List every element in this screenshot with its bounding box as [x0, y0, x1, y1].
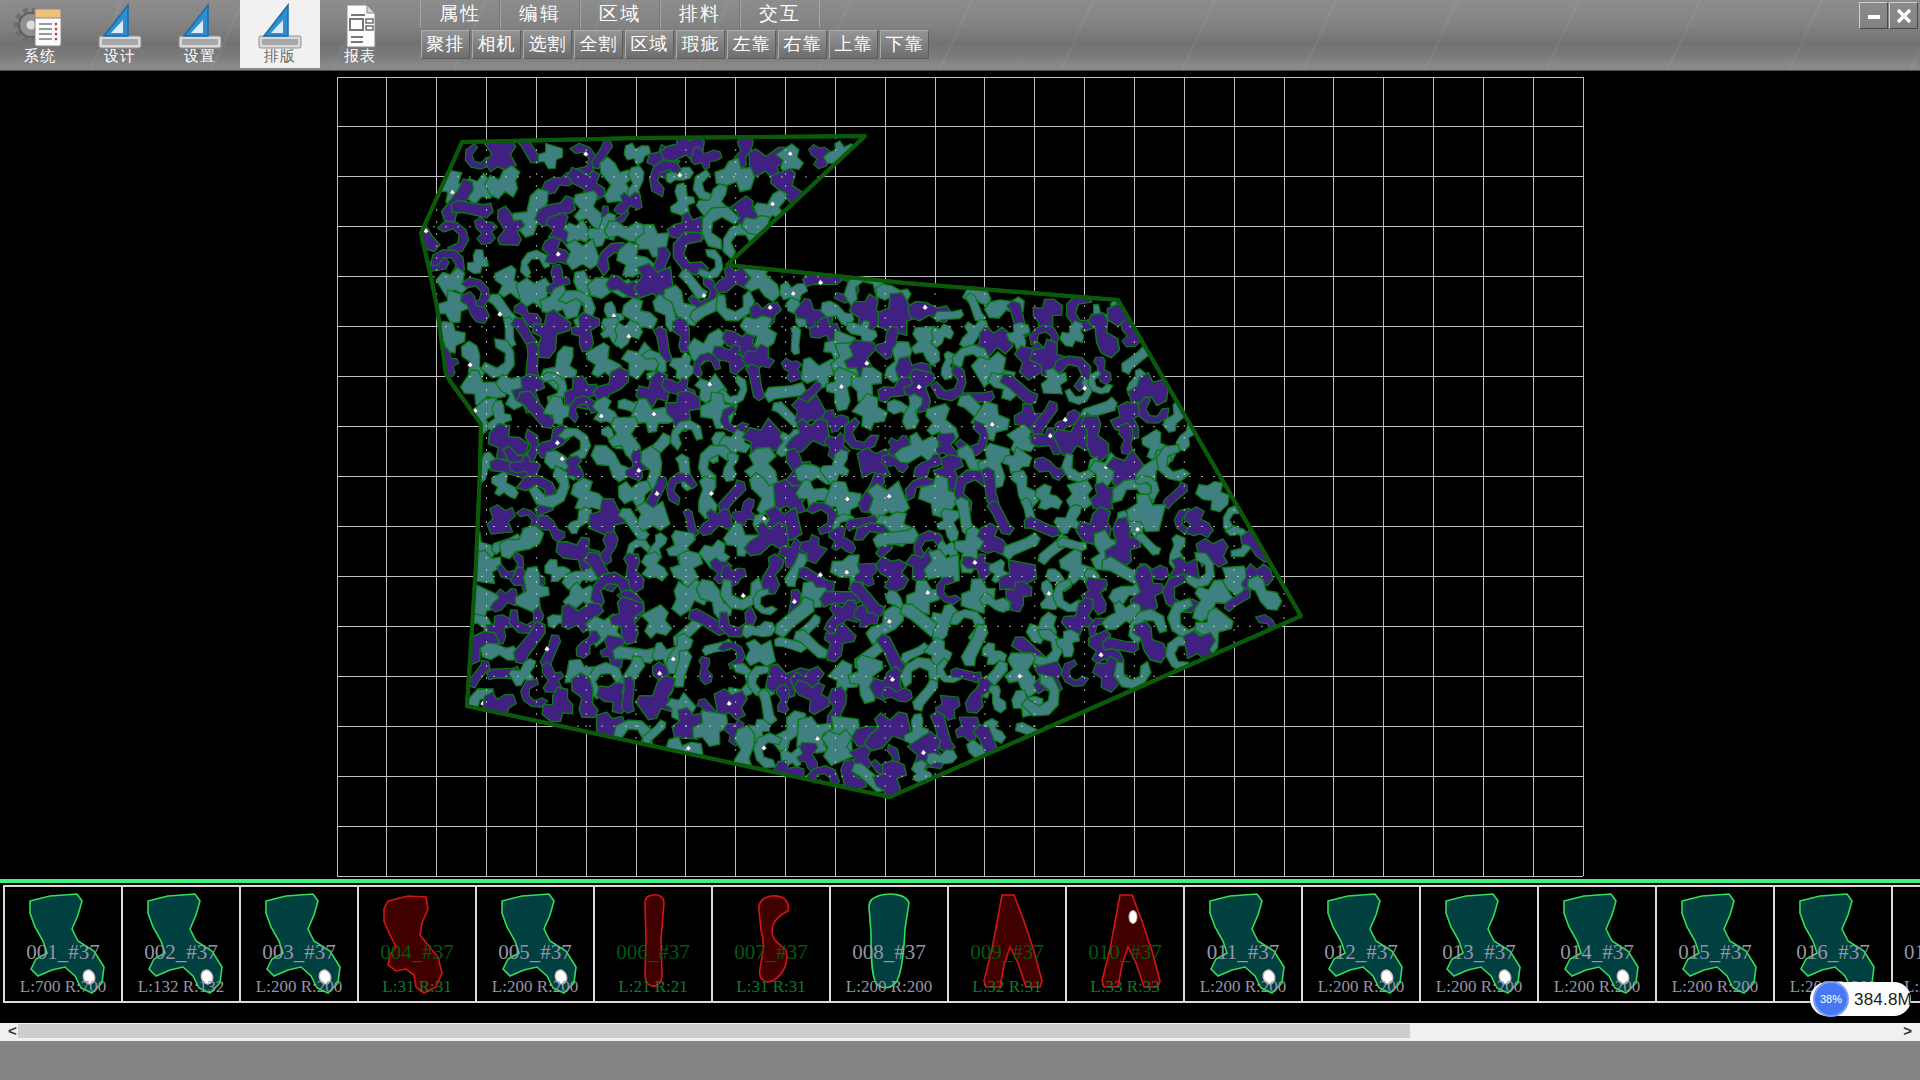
piece-id: 016_#37	[1775, 940, 1891, 965]
app-button-bar: 系统 设计 设置 排版 报表	[0, 0, 400, 71]
scroll-left-arrow[interactable]: <	[8, 1023, 17, 1040]
piece-thumbnail-015_#37[interactable]: 015_#37 L:200 R:200	[1655, 885, 1773, 1003]
piece-lr-count: L:200 R:200	[1421, 977, 1537, 997]
piece-lr-count: L:200 R:200	[1185, 977, 1301, 997]
piece-id: 006_#37	[595, 940, 711, 965]
piece-id: 010_#37	[1067, 940, 1183, 965]
scroll-right-arrow[interactable]: >	[1903, 1023, 1912, 1040]
piece-lr-count: L:31 R:31	[359, 977, 475, 997]
piece-thumbnail-004_#37[interactable]: 004_#37 L:31 R:31	[357, 885, 475, 1003]
app-button-layout[interactable]: 排版	[240, 0, 320, 68]
app-button-label: 设计	[80, 47, 160, 66]
piece-id: 015_#37	[1657, 940, 1773, 965]
piece-thumbnail-008_#37[interactable]: 008_#37 L:200 R:200	[829, 885, 947, 1003]
toolbar: 系统 设计 设置 排版 报表 属性编辑区域排料交互 聚排相机选割全割区域瑕疵左靠…	[0, 0, 1920, 71]
piece-lr-count: L:200 R:200	[241, 977, 357, 997]
report-icon	[335, 3, 385, 53]
piece-lr-count: L:32 R:31	[949, 977, 1065, 997]
action-button-9[interactable]: 上靠	[829, 30, 878, 59]
piece-lr-count: L:200 R:200	[1303, 977, 1419, 997]
piece-lr-count: L:31 R:31	[713, 977, 829, 997]
piece-thumbnail-010_#37[interactable]: 010_#37 L:33 R:33	[1065, 885, 1183, 1003]
app-button-design[interactable]: 设计	[80, 0, 160, 68]
action-button-1[interactable]: 聚排	[421, 30, 470, 59]
menu-tab-5[interactable]: 交互	[740, 0, 820, 28]
piece-thumbnail-011_#37[interactable]: 011_#37 L:200 R:200	[1183, 885, 1301, 1003]
close-button[interactable]	[1889, 2, 1918, 29]
app-button-system[interactable]: 系统	[0, 0, 80, 68]
minimize-icon	[1865, 7, 1883, 25]
action-button-5[interactable]: 区域	[625, 30, 674, 59]
piece-thumbnail-013_#37[interactable]: 013_#37 L:200 R:200	[1419, 885, 1537, 1003]
piece-id: 002_#37	[123, 940, 239, 965]
piece-lr-count: L:132 R:132	[123, 977, 239, 997]
piece-thumbnail-014_#37[interactable]: 014_#37 L:200 R:200	[1537, 885, 1655, 1003]
action-button-bar: 聚排相机选割全割区域瑕疵左靠右靠上靠下靠	[421, 30, 929, 59]
piece-id: 008_#37	[831, 940, 947, 965]
menu-tab-4[interactable]: 排料	[660, 0, 740, 28]
action-button-10[interactable]: 下靠	[880, 30, 929, 59]
canvas-strip-separator	[0, 879, 1920, 883]
piece-id: 014_#37	[1539, 940, 1655, 965]
horizontal-scrollbar[interactable]: < >	[0, 1023, 1920, 1041]
progress-value: 38%	[1820, 993, 1842, 1005]
piece-id: 012_#37	[1303, 940, 1419, 965]
piece-thumbnail-003_#37[interactable]: 003_#37 L:200 R:200	[239, 885, 357, 1003]
piece-thumbnail-005_#37[interactable]: 005_#37 L:200 R:200	[475, 885, 593, 1003]
menu-tab-2[interactable]: 编辑	[500, 0, 580, 28]
piece-id: 004_#37	[359, 940, 475, 965]
scrollbar-thumb[interactable]	[18, 1024, 1410, 1038]
app-button-label: 设置	[160, 47, 240, 66]
app-button-label: 排版	[240, 47, 320, 66]
menu-tab-3[interactable]: 区域	[580, 0, 660, 28]
status-pill: 38% 384.8M	[1810, 982, 1911, 1016]
piece-lr-count: L:200 R:200	[1657, 977, 1773, 997]
piece-thumbnail-009_#37[interactable]: 009_#37 L:32 R:31	[947, 885, 1065, 1003]
piece-lr-count: L:200 R:200	[1539, 977, 1655, 997]
piece-id: 003_#37	[241, 940, 357, 965]
piece-id: 013_#37	[1421, 940, 1537, 965]
menu-tab-1[interactable]: 属性	[420, 0, 500, 28]
piece-thumbnail-012_#37[interactable]: 012_#37 L:200 R:200	[1301, 885, 1419, 1003]
piece-thumbnail-007_#37[interactable]: 007_#37 L:31 R:31	[711, 885, 829, 1003]
piece-lr-count: L:21 R:21	[595, 977, 711, 997]
nested-pieces	[403, 128, 1283, 809]
piece-id: 005_#37	[477, 940, 593, 965]
action-button-6[interactable]: 瑕疵	[676, 30, 725, 59]
piece-thumbnail-002_#37[interactable]: 002_#37 L:132 R:132	[121, 885, 239, 1003]
nesting-canvas[interactable]	[0, 71, 1920, 879]
action-button-8[interactable]: 右靠	[778, 30, 827, 59]
piece-id: 009_#37	[949, 940, 1065, 965]
piece-lr-count: L:200 R:200	[477, 977, 593, 997]
app-button-settings[interactable]: 设置	[160, 0, 240, 68]
piece-thumbnail-001_#37[interactable]: 001_#37 L:700 R:700	[3, 885, 121, 1003]
memory-usage: 384.8M	[1854, 990, 1912, 1010]
action-button-2[interactable]: 相机	[472, 30, 521, 59]
action-button-3[interactable]: 选割	[523, 30, 572, 59]
window-controls	[1859, 2, 1918, 29]
piece-lr-count: L:700 R:700	[5, 977, 121, 997]
minimize-button[interactable]	[1859, 2, 1888, 29]
menu-tab-bar: 属性编辑区域排料交互	[420, 0, 820, 28]
nesting-canvas-svg	[0, 71, 1920, 879]
piece-id: 001_#37	[5, 940, 121, 965]
close-icon	[1895, 7, 1913, 25]
action-button-7[interactable]: 左靠	[727, 30, 776, 59]
app-button-report[interactable]: 报表	[320, 0, 400, 68]
piece-thumbnail-006_#37[interactable]: 006_#37 L:21 R:21	[593, 885, 711, 1003]
piece-lr-count: L:200 R:200	[831, 977, 947, 997]
app-button-label: 系统	[0, 47, 80, 66]
piece-lr-count: L:33 R:33	[1067, 977, 1183, 997]
app-button-label: 报表	[320, 47, 400, 66]
piece-id: 017_#37	[1893, 940, 1920, 965]
progress-badge: 38%	[1813, 981, 1849, 1017]
piece-thumbnail-strip: 001_#37 L:700 R:700 002_#37 L:132 R:132 00…	[3, 885, 1920, 1003]
action-button-4[interactable]: 全割	[574, 30, 623, 59]
bottom-bar	[0, 1041, 1920, 1080]
piece-id: 007_#37	[713, 940, 829, 965]
piece-id: 011_#37	[1185, 940, 1301, 965]
